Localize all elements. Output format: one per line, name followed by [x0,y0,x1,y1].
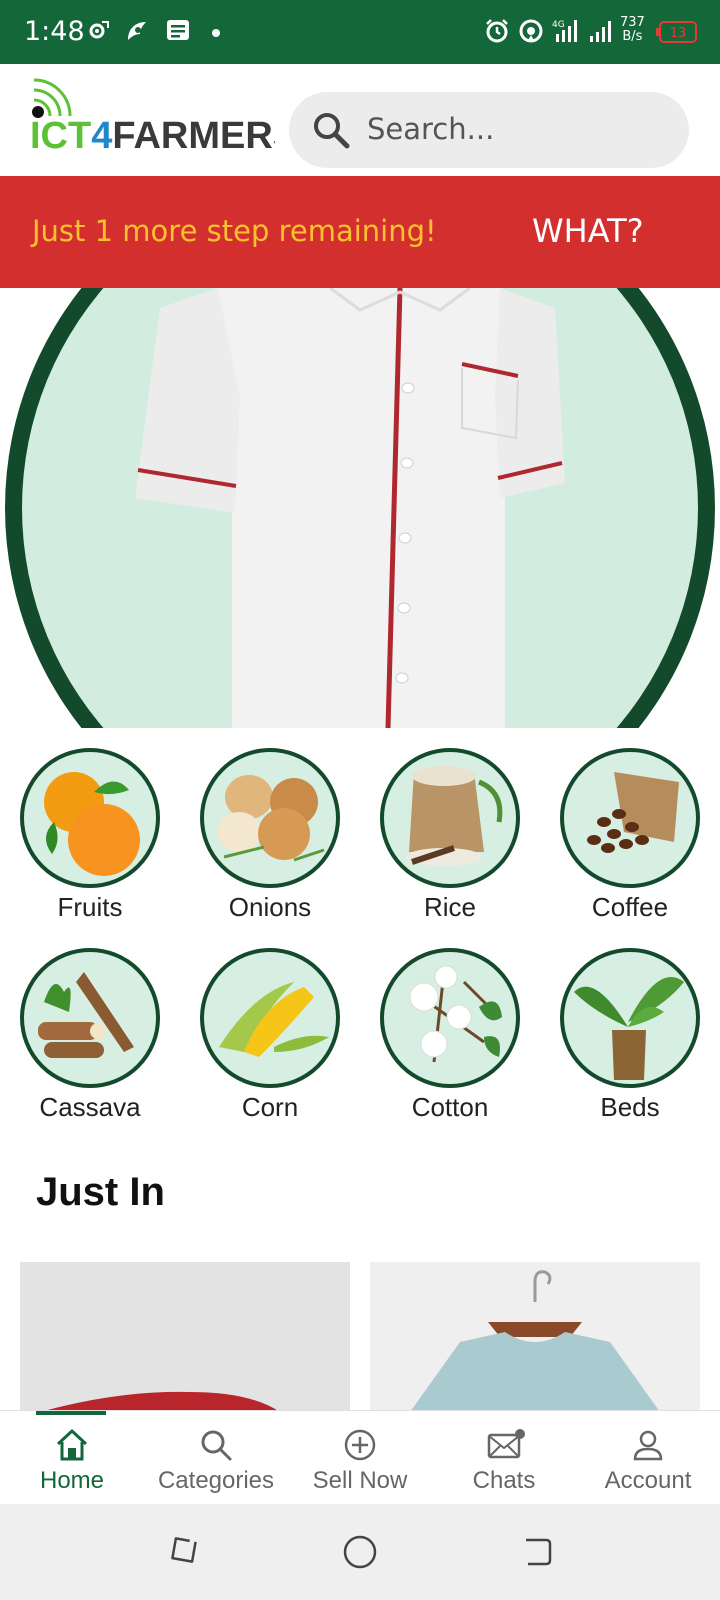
hero-image [5,288,715,728]
message-notification-icon [167,20,189,40]
category-beds[interactable]: Beds [540,948,720,1128]
plus-circle-icon [344,1429,376,1461]
promo-action-button[interactable]: WHAT? [532,212,644,250]
back-icon[interactable] [518,1534,554,1570]
search-input[interactable]: Search... [367,112,494,146]
seedling-pot-icon [560,948,700,1088]
logo-text: ICT4FARMERS [30,115,275,157]
category-label: Onions [228,892,312,922]
settings-gear-icon [89,21,109,39]
app-header: ICT4FARMERS Search... [0,64,720,176]
nav-label: Account [604,1467,692,1494]
battery-icon: 13 [656,21,697,43]
onions-icon [200,748,340,888]
nav-categories[interactable]: Categories [144,1411,288,1505]
category-label: Cotton [411,1092,489,1122]
product-card[interactable] [20,1262,350,1412]
nav-label: Sell Now [312,1467,408,1494]
home-button-icon[interactable] [342,1534,378,1570]
category-cotton[interactable]: Cotton [360,948,540,1128]
rice-sack-icon [380,748,520,888]
network-speed-unit: B/s [622,29,643,44]
person-icon [633,1430,663,1461]
nav-label: Chats [472,1467,536,1494]
category-fruits[interactable]: Fruits [0,748,180,928]
nav-label: Home [39,1467,105,1494]
nav-label: Categories [157,1467,275,1494]
ict4farmers-logo[interactable]: ICT4FARMERS [30,78,275,168]
category-cassava[interactable]: Cassava [0,948,180,1128]
hotspot-icon [519,19,543,43]
category-label: Coffee [591,892,669,922]
mail-icon [487,1429,525,1459]
home-icon [56,1429,88,1461]
category-label: Rice [423,892,476,922]
network-speed-value: 737 [620,15,645,30]
cassava-icon [20,948,160,1088]
coffee-beans-icon [560,748,700,888]
category-corn[interactable]: Corn [180,948,360,1128]
category-label: Fruits [57,892,123,922]
corn-icon [200,948,340,1088]
status-bar: 1:48 4G 737 B/s 13 [0,0,720,64]
signal-bars-icon [590,21,611,42]
search-icon [314,113,350,149]
bottom-navigation: Home Categories Sell Now Chats Account [0,1410,720,1504]
nav-home[interactable]: Home [0,1411,144,1505]
network-speed: 737 B/s [620,16,645,44]
more-notifications-dot-icon [212,29,220,37]
product-card[interactable] [370,1262,700,1412]
nav-chats[interactable]: Chats [432,1411,576,1505]
nav-sell-now[interactable]: Sell Now [288,1411,432,1505]
category-rice[interactable]: Rice [360,748,540,928]
system-navigation-bar [0,1504,720,1600]
category-label: Beds [600,1092,660,1122]
cellular-signal-icon: 4G [552,20,577,42]
promo-message: Just 1 more step remaining! [32,214,437,248]
cotton-icon [380,948,520,1088]
status-time: 1:48 [24,16,85,47]
alarm-icon [486,19,508,43]
category-label: Corn [241,1092,299,1122]
category-onions[interactable]: Onions [180,748,360,928]
category-coffee[interactable]: Coffee [540,748,720,928]
oranges-icon [20,748,160,888]
nav-account[interactable]: Account [576,1411,720,1505]
network-type: 4G [552,20,565,30]
promo-banner[interactable]: Just 1 more step remaining! WHAT? [0,176,720,288]
app-notification-icon [128,22,146,40]
meat-product-image [20,1262,350,1412]
category-label: Cassava [39,1092,141,1122]
recent-apps-icon[interactable] [166,1532,202,1568]
search-icon [201,1430,232,1461]
just-in-heading: Just In [36,1170,165,1214]
battery-level: 13 [670,26,687,41]
search-box[interactable]: Search... [289,92,689,168]
tshirt-product-image [370,1262,700,1412]
hero-carousel[interactable] [0,288,720,728]
